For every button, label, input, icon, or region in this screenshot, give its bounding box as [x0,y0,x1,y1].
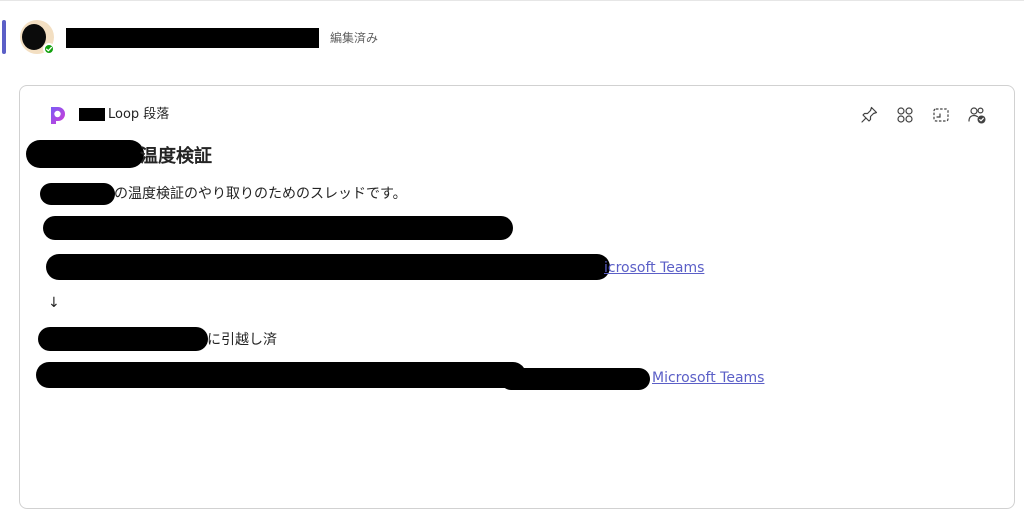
presence-available-icon [43,43,55,55]
loop-logo-icon [51,107,65,124]
arrow-down-text: ↓ [48,295,60,311]
heading-redaction [26,140,144,168]
pin-button[interactable] [857,103,881,127]
open-in-loop-button[interactable] [893,103,917,127]
loop-header-label: Loop 段落 [108,107,170,122]
moved-text: に引越し済 [207,332,277,348]
access-settings-button[interactable] [965,103,989,127]
link2-redaction-b [500,368,650,390]
check-icon [45,46,53,52]
sender-name-redaction [66,28,319,48]
line1-redaction [40,183,115,205]
apps-icon [897,107,913,123]
moved-redaction [38,327,208,351]
chat-message-pane: 編集済み Loop 段落 温度検証 の温度検証のやり取りのためのスレッドです。 … [0,0,1024,517]
message-accent-bar [2,20,6,54]
edited-label: 編集済み [330,31,379,45]
workspace-name-redaction [79,108,105,121]
line2-redaction [43,216,513,240]
loop-heading: 温度検証 [140,146,212,167]
link2-redaction-a [36,362,526,388]
teams-link-1[interactable]: icrosoft Teams [604,258,704,278]
teams-link-2[interactable]: Microsoft Teams [652,368,764,388]
link1-redaction [46,254,610,280]
pin-icon [861,106,878,123]
people-settings-icon [968,107,986,124]
copy-component-button[interactable] [929,103,953,127]
divider [0,0,1024,1]
copy-component-icon [933,108,949,122]
loop-body-line-1: の温度検証のやり取りのためのスレッドです。 [114,186,407,202]
